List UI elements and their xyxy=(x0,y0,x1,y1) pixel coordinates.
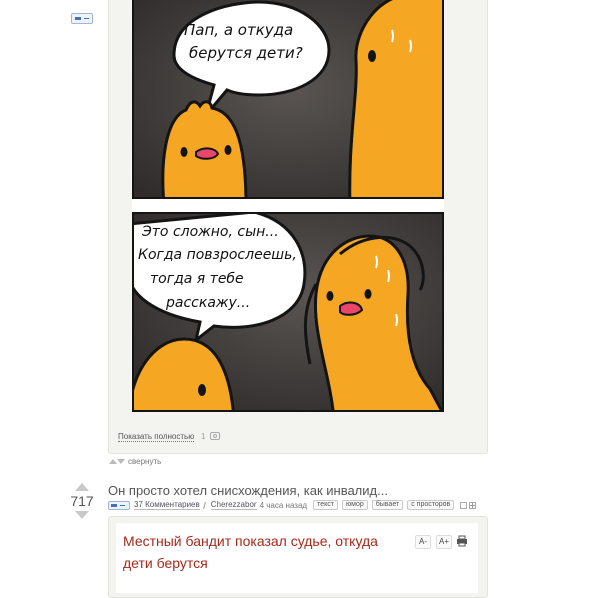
tag[interactable]: текст xyxy=(313,500,338,510)
panel2-bubble-line-3: тогда я тебе xyxy=(150,271,244,287)
article-title: Местный бандит показал судье, откуда дет… xyxy=(123,533,378,571)
panel1-bubble-line-2: берутся дети? xyxy=(189,44,303,62)
comic-panel-1: Пап, а откуда берутся дети? xyxy=(132,0,444,199)
print-icon[interactable] xyxy=(456,535,468,547)
author-icon xyxy=(202,501,210,509)
vote-down-icon[interactable] xyxy=(75,511,89,519)
dropdown-dash xyxy=(84,18,89,19)
arrow-down-icon xyxy=(117,459,125,465)
comments-link[interactable]: 37 Комментариев xyxy=(134,500,200,510)
images-count: 1 xyxy=(201,432,206,441)
show-full-link[interactable]: Показать полностью xyxy=(118,432,195,442)
story-rating: 717 xyxy=(70,493,94,509)
vote-widget: 717 xyxy=(70,483,94,519)
comic-panel-2: Это сложно, сын... Когда повзрослеешь, т… xyxy=(132,212,444,412)
panel2-bubble-line-2: Когда повзрослеешь, xyxy=(138,247,297,263)
font-increase-button[interactable]: A+ xyxy=(436,535,452,549)
vote-up-icon[interactable] xyxy=(75,483,89,491)
dropdown-dash xyxy=(120,504,125,506)
arrow-up-icon xyxy=(109,459,117,465)
camera-icon xyxy=(210,432,220,440)
view-mode-icon[interactable] xyxy=(71,13,93,24)
panel2-bubble-line-1: Это сложно, сын... xyxy=(142,224,279,240)
add-icon[interactable] xyxy=(469,501,477,509)
panel1-bubble-line-1: Пап, а откуда xyxy=(184,21,294,39)
save-icon[interactable] xyxy=(460,501,468,509)
post-time: 4 часа назад xyxy=(259,500,308,510)
collapse-control[interactable]: свернуть xyxy=(109,457,161,466)
collapse-label: свернуть xyxy=(128,457,162,466)
list-view-glyph xyxy=(75,17,81,20)
tag[interactable]: с просторов xyxy=(407,500,455,510)
story-title[interactable]: Он просто хотел снисхождения, как инвали… xyxy=(108,483,388,498)
story-meta: 37 Комментариев Cherezzabor 4 часа назад… xyxy=(108,500,477,510)
list-view-glyph xyxy=(111,503,117,507)
view-mode-icon[interactable] xyxy=(108,500,130,510)
author-link[interactable]: Cherezzabor xyxy=(210,500,257,510)
tag[interactable]: юмор xyxy=(341,500,368,510)
font-decrease-button[interactable]: A- xyxy=(415,535,431,549)
panel2-bubble-line-4: расскажу... xyxy=(166,295,251,311)
comic-panel-2-art xyxy=(134,214,442,410)
tag[interactable]: бывает xyxy=(371,500,404,510)
